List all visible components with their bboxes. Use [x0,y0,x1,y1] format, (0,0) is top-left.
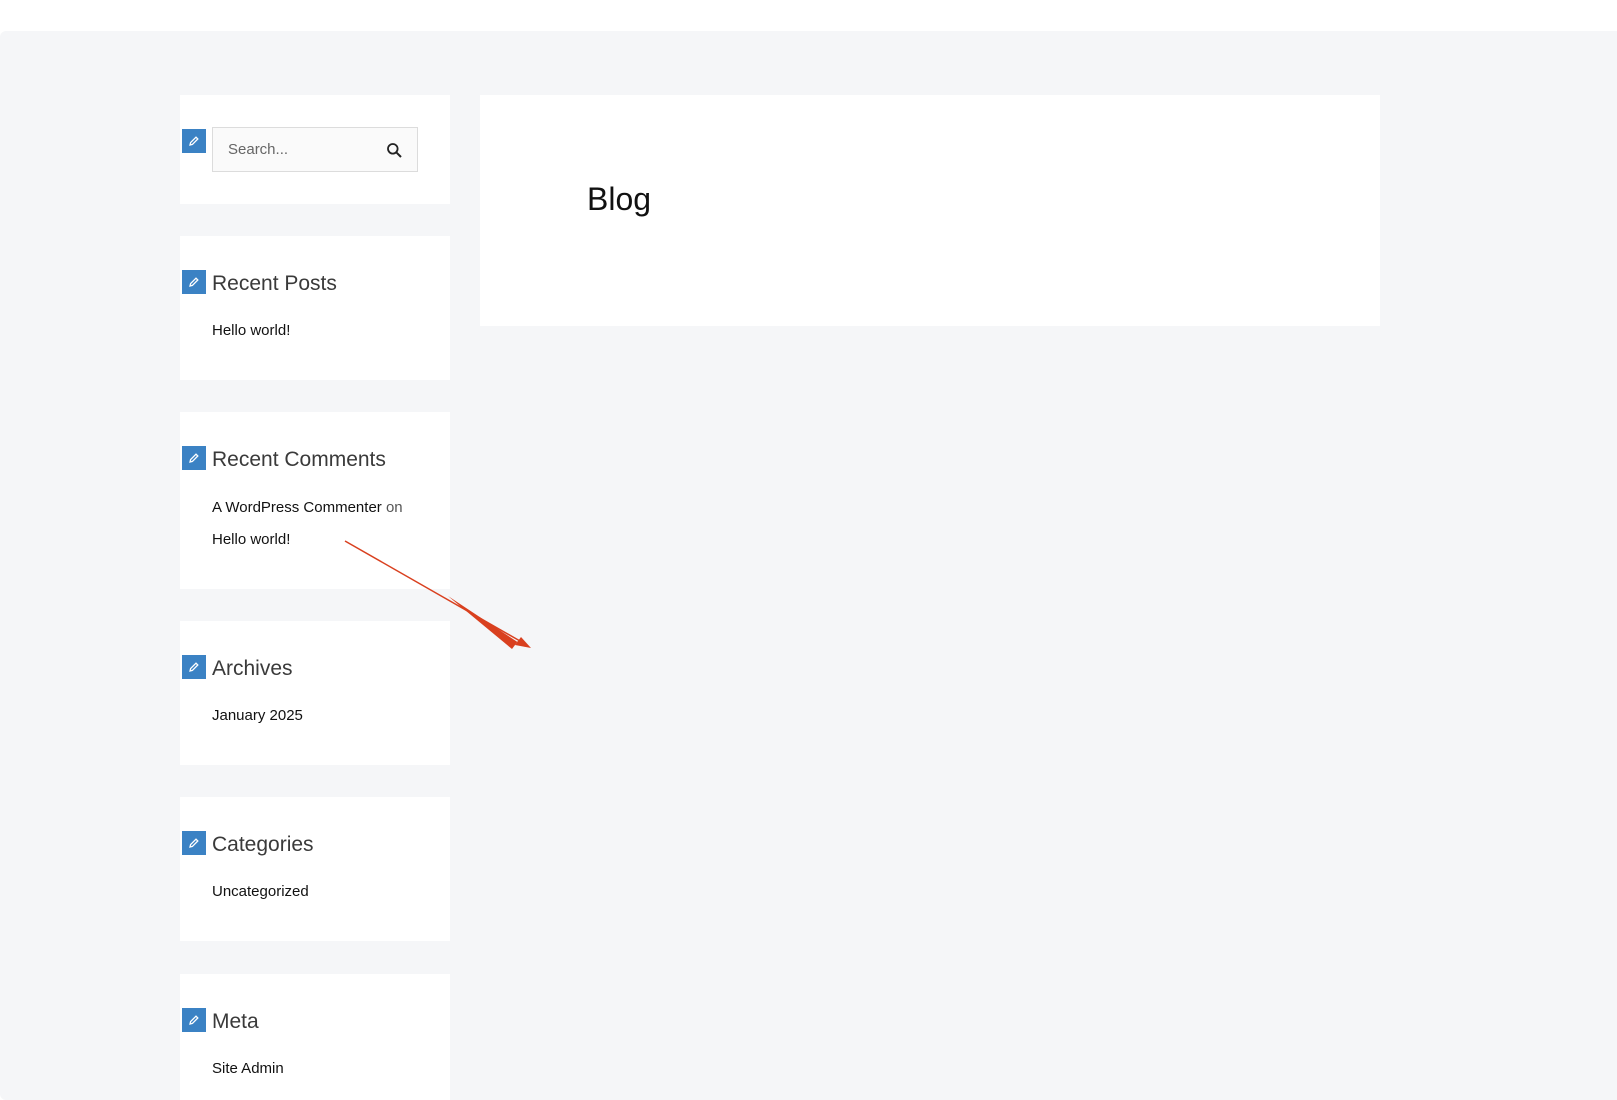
pencil-icon [189,1015,199,1025]
recent-posts-widget: Recent Posts Hello world! [180,236,450,380]
site-admin-link[interactable]: Site Admin [212,1060,284,1077]
edit-archives-button[interactable] [182,655,206,679]
search-icon[interactable] [386,142,403,159]
meta-title: Meta [212,1010,259,1033]
categories-title: Categories [212,833,314,856]
search-widget [180,95,450,204]
pencil-icon [189,838,199,848]
archives-widget: Archives January 2025 [180,621,450,765]
edit-recent-posts-button[interactable] [182,270,206,294]
recent-comments-widget: Recent Comments A WordPress Commenter on… [180,412,450,589]
recent-comment-line: A WordPress Commenter on [212,499,403,516]
pencil-icon [189,277,199,287]
pencil-icon [189,453,199,463]
recent-post-link[interactable]: Hello world! [212,322,290,339]
categories-widget: Categories Uncategorized [180,797,450,941]
search-field[interactable] [212,127,418,172]
comment-author-link[interactable]: A WordPress Commenter [212,499,382,516]
recent-comments-title: Recent Comments [212,448,386,471]
edit-recent-comments-button[interactable] [182,446,206,470]
edit-search-widget-button[interactable] [182,129,206,153]
archive-link[interactable]: January 2025 [212,707,303,724]
meta-widget: Meta Site Admin [180,974,450,1100]
comment-post-link[interactable]: Hello world! [212,531,290,548]
edit-categories-button[interactable] [182,831,206,855]
main-content-card: Blog [480,95,1380,326]
pencil-icon [189,662,199,672]
comment-connector: on [385,499,403,516]
search-input[interactable] [228,141,378,158]
pencil-icon [189,136,199,146]
archives-title: Archives [212,657,293,680]
category-link[interactable]: Uncategorized [212,883,309,900]
page-title: Blog [587,181,652,217]
edit-meta-button[interactable] [182,1008,206,1032]
recent-posts-title: Recent Posts [212,272,337,295]
